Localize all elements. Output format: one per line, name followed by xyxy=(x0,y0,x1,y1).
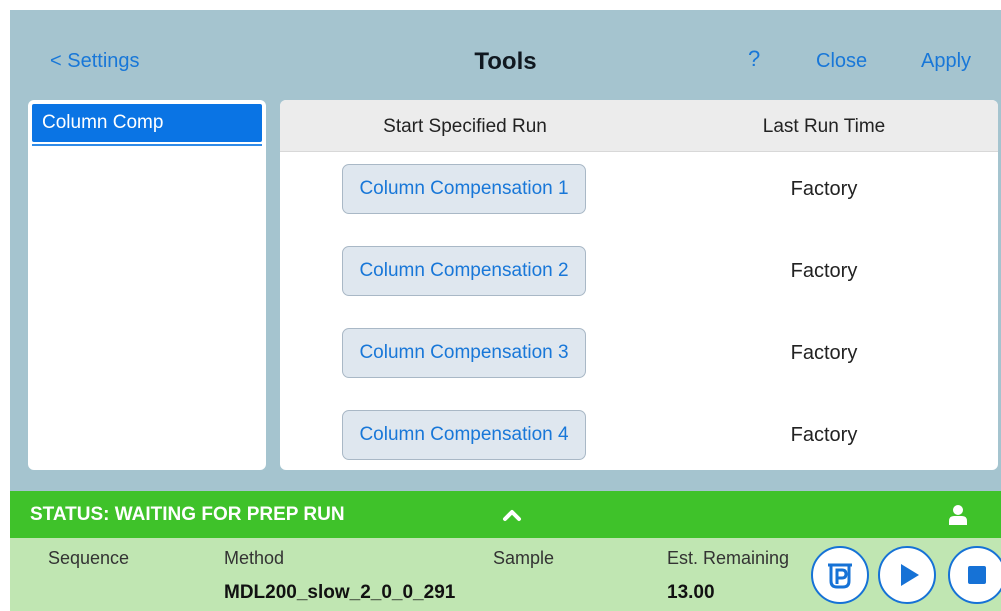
sequence-label: Sequence xyxy=(48,548,130,568)
header: < Settings Tools ? Close Apply xyxy=(10,10,1001,100)
last-run-time-cell: Factory xyxy=(790,342,858,364)
sidebar-item-label: Column Comp xyxy=(42,112,164,133)
help-button[interactable]: ? xyxy=(748,46,760,72)
sample-label: Sample xyxy=(493,548,555,568)
play-button[interactable] xyxy=(878,546,936,604)
stop-button[interactable] xyxy=(948,546,1001,604)
run-info-panel: Sequence Method MDL200_slow_2_0_0_291 Sa… xyxy=(10,538,1001,611)
last-run-time-cell: Factory xyxy=(790,424,858,446)
last-run-time-cell: Factory xyxy=(790,260,858,282)
prep-run-button[interactable] xyxy=(811,546,869,604)
table-row: Column Compensation 1 Factory xyxy=(280,152,998,234)
stop-icon xyxy=(968,566,986,584)
sidebar-item-column-comp[interactable]: Column Comp xyxy=(32,104,262,142)
play-icon xyxy=(901,564,919,586)
method-label: Method xyxy=(224,548,285,568)
table-row: Column Compensation 2 Factory xyxy=(280,234,998,316)
table-header: Start Specified Run Last Run Time xyxy=(280,100,998,152)
status-bar: STATUS: WAITING FOR PREP RUN xyxy=(10,491,1001,538)
apply-button[interactable]: Apply xyxy=(921,50,971,73)
table-row: Column Compensation 4 Factory xyxy=(280,398,998,470)
est-remaining-label: Est. Remaining xyxy=(667,548,790,568)
close-button[interactable]: Close xyxy=(816,50,867,73)
tools-window: < Settings Tools ? Close Apply Column Co… xyxy=(10,10,1001,611)
user-icon[interactable] xyxy=(948,504,968,526)
run-table: Start Specified Run Last Run Time Column… xyxy=(280,100,998,470)
column-compensation-2-button[interactable]: Column Compensation 2 xyxy=(342,246,586,296)
table-row: Column Compensation 3 Factory xyxy=(280,316,998,398)
method-value: MDL200_slow_2_0_0_291 xyxy=(224,582,456,603)
est-remaining-value: 13.00 xyxy=(667,582,715,603)
sidebar-divider xyxy=(32,144,262,146)
column-compensation-4-button[interactable]: Column Compensation 4 xyxy=(342,410,586,460)
chevron-up-icon[interactable] xyxy=(501,504,523,526)
sidebar: Column Comp xyxy=(28,100,266,470)
column-compensation-1-button[interactable]: Column Compensation 1 xyxy=(342,164,586,214)
column-header-last-run-time: Last Run Time xyxy=(762,116,886,137)
prep-icon xyxy=(828,563,852,589)
column-header-start-run: Start Specified Run xyxy=(383,116,547,137)
column-compensation-3-button[interactable]: Column Compensation 3 xyxy=(342,328,586,378)
status-text: STATUS: WAITING FOR PREP RUN xyxy=(30,504,345,525)
last-run-time-cell: Factory xyxy=(790,178,858,200)
